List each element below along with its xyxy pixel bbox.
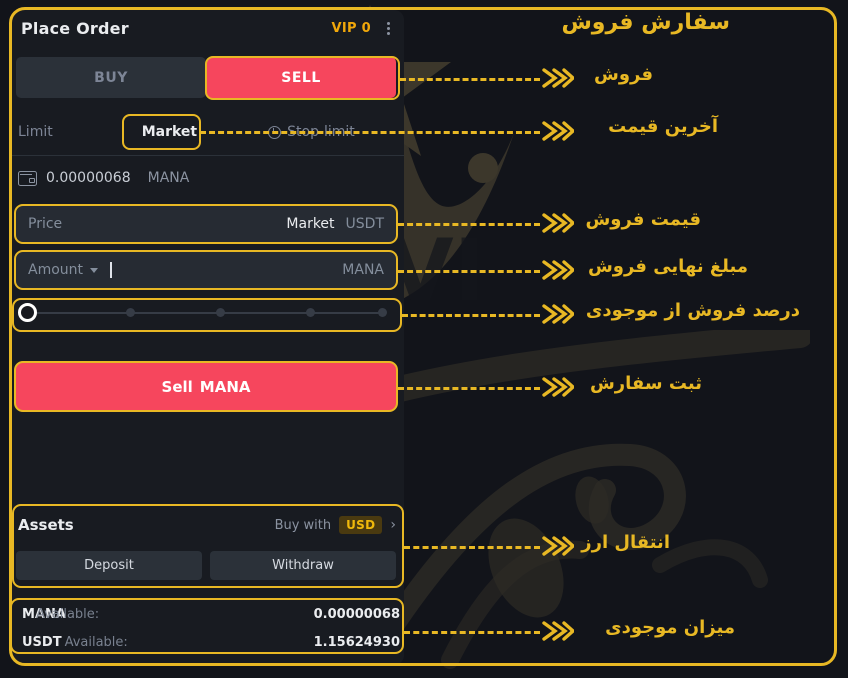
balance-row-mana: MANA Available: 0.00000068 bbox=[22, 603, 404, 625]
side-tabs: BUY SELL bbox=[16, 57, 400, 99]
assets-header: Assets Buy with USD › bbox=[18, 512, 396, 538]
slider-handle[interactable] bbox=[18, 303, 37, 322]
wallet-balance-currency: MANA bbox=[147, 170, 190, 186]
wallet-balance-row: 0.00000068 MANA bbox=[18, 170, 189, 186]
panel-header: Place Order VIP 0 bbox=[12, 10, 404, 46]
balance-label: Available: bbox=[64, 634, 128, 650]
withdraw-button[interactable]: Withdraw bbox=[210, 551, 396, 580]
connector-amount bbox=[398, 270, 540, 273]
arrow-marker-slider bbox=[542, 304, 574, 324]
price-input[interactable]: Price Market USDT bbox=[16, 206, 396, 242]
connector-price bbox=[398, 223, 540, 226]
balance-value: 1.15624930 bbox=[313, 634, 400, 650]
annotation-sell-price: قیمت فروش bbox=[585, 209, 701, 230]
annotation-transfer: انتقال ارز bbox=[581, 532, 670, 553]
balance-symbol: USDT bbox=[22, 634, 62, 650]
sell-submit-symbol: MANA bbox=[199, 377, 251, 396]
sell-submit-button[interactable]: Sell MANA bbox=[16, 363, 396, 410]
order-type-limit[interactable]: Limit bbox=[18, 124, 53, 140]
order-type-market[interactable]: Market bbox=[142, 124, 197, 140]
kebab-menu-icon[interactable] bbox=[383, 20, 394, 37]
slider-track bbox=[30, 312, 382, 314]
screenshot-root: ARVI Place Order VIP 0 BUY SELL Limit bbox=[0, 0, 848, 678]
slider-tick-50[interactable] bbox=[216, 308, 225, 317]
percent-slider[interactable] bbox=[16, 300, 396, 326]
text-cursor bbox=[110, 262, 112, 278]
price-placeholder: Price bbox=[28, 216, 63, 232]
amount-input[interactable]: Amount MANA bbox=[16, 252, 396, 288]
chevron-down-icon[interactable] bbox=[90, 267, 99, 273]
balances-list: MANA Available: 0.00000068 USDT Availabl… bbox=[12, 600, 404, 652]
buy-with-label: Buy with bbox=[274, 517, 332, 533]
arrow-marker-assets bbox=[542, 536, 574, 556]
connector-slider bbox=[402, 314, 540, 317]
asset-actions: Deposit Withdraw bbox=[16, 551, 396, 580]
usd-currency-badge[interactable]: USD bbox=[339, 516, 383, 534]
header-divider bbox=[12, 155, 404, 156]
arrow-marker-price bbox=[542, 213, 574, 233]
balance-row-usdt: USDT Available: 1.15624930 bbox=[22, 631, 404, 653]
sell-submit-verb: Sell bbox=[161, 377, 193, 396]
amount-placeholder: Amount bbox=[28, 262, 84, 278]
amount-unit: MANA bbox=[342, 262, 384, 278]
chevron-right-icon[interactable]: › bbox=[390, 518, 396, 532]
assets-title: Assets bbox=[18, 516, 74, 534]
arrow-marker-sell bbox=[542, 68, 574, 88]
annotation-submit: ثبت سفارش bbox=[589, 373, 702, 394]
balance-label: Available: bbox=[35, 606, 100, 622]
price-unit: USDT bbox=[345, 216, 384, 232]
annotation-title: سفارش فروش bbox=[561, 10, 730, 35]
annotation-balance: میزان موجودی bbox=[605, 617, 735, 638]
wallet-balance-value: 0.00000068 bbox=[46, 170, 131, 186]
vip-level-badge[interactable]: VIP 0 bbox=[332, 21, 372, 36]
annotation-total: مبلغ نهایی فروش bbox=[587, 256, 748, 277]
connector-market bbox=[200, 131, 540, 134]
buy-tab[interactable]: BUY bbox=[16, 57, 206, 98]
annotation-sell: فروش bbox=[593, 64, 653, 85]
arrow-marker-balances bbox=[542, 621, 574, 641]
slider-tick-25[interactable] bbox=[126, 308, 135, 317]
price-market-label[interactable]: Market bbox=[286, 216, 334, 232]
connector-sell bbox=[400, 78, 540, 81]
wallet-icon bbox=[18, 170, 37, 186]
arrow-marker-market bbox=[542, 121, 574, 141]
arrow-marker-amount bbox=[542, 260, 574, 280]
annotation-percent: درصد فروش از موجودی bbox=[585, 300, 800, 321]
arrow-marker-submit bbox=[542, 377, 574, 397]
annotation-last-price: آخرین قیمت bbox=[608, 116, 718, 137]
slider-tick-100[interactable] bbox=[378, 308, 387, 317]
balance-value: 0.00000068 bbox=[313, 606, 400, 622]
connector-balances bbox=[404, 631, 540, 634]
sell-tab[interactable]: SELL bbox=[206, 57, 396, 98]
connector-submit bbox=[398, 387, 540, 390]
deposit-button[interactable]: Deposit bbox=[16, 551, 202, 580]
page-title: Place Order bbox=[21, 18, 129, 38]
connector-assets bbox=[404, 546, 540, 549]
slider-tick-75[interactable] bbox=[306, 308, 315, 317]
